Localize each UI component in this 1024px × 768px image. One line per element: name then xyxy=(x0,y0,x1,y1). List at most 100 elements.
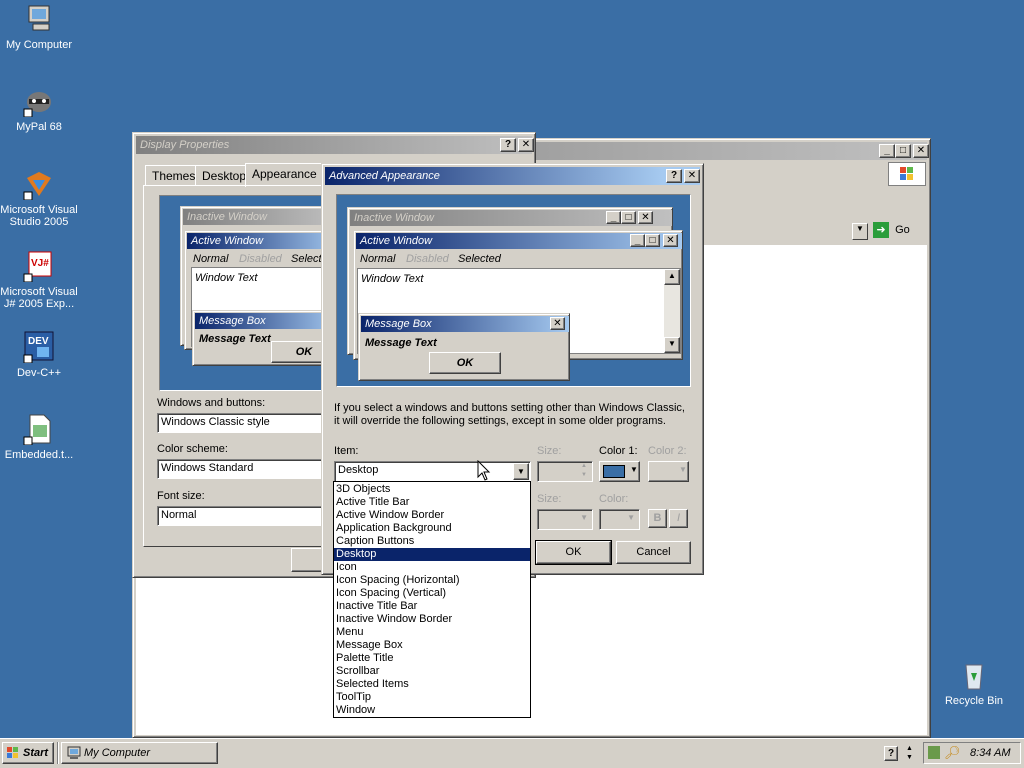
tab-appearance[interactable]: Appearance xyxy=(245,163,324,187)
font-size-label: Size: xyxy=(537,493,562,505)
vjsharp-icon: VJ# xyxy=(23,250,55,283)
desktop-icon-devcpp[interactable]: DEV Dev-C++ xyxy=(0,331,79,379)
computer-icon xyxy=(23,3,55,35)
display-properties-titlebar: Display Properties ? ✕ xyxy=(136,136,534,154)
visual-studio-icon xyxy=(23,168,55,201)
preview-scrollbar: ▲ ▼ xyxy=(664,269,680,353)
item-option[interactable]: Inactive Window Border xyxy=(334,613,530,626)
font-size-select: ▼ xyxy=(537,509,593,530)
desktop-icon-vjsharp[interactable]: VJ# Microsoft Visual J# 2005 Exp... xyxy=(0,250,79,310)
item-dropdown-list: 3D Objects Active Title Bar Active Window … xyxy=(333,481,531,718)
maximize-button[interactable]: □ xyxy=(895,144,911,158)
svg-text:DEV: DEV xyxy=(28,336,49,347)
item-option[interactable]: Active Window Border xyxy=(334,509,530,522)
help-button[interactable]: ? xyxy=(500,138,516,152)
spin-down-icon: ▼ xyxy=(577,472,591,480)
go-button[interactable]: ➜ Go xyxy=(873,222,923,241)
preview-close-icon: ✕ xyxy=(550,317,565,330)
desktop-icon-mypal[interactable]: MyPal 68 xyxy=(0,85,79,133)
color-scheme-select[interactable]: Windows Standard xyxy=(157,459,327,479)
preview-close-icon: ✕ xyxy=(638,211,653,224)
taskbar: Start My Computer ? ▲ ▼ 🔎︎ 8:34 AM xyxy=(0,738,1024,768)
help-tray-button[interactable]: ? xyxy=(884,746,898,761)
ok-button[interactable]: OK xyxy=(535,540,612,565)
desktop-icon-label: Dev-C++ xyxy=(16,367,62,379)
preview-message-title: Message Box xyxy=(365,318,432,330)
item-option[interactable]: Window xyxy=(334,704,530,717)
font-size-label: Font size: xyxy=(157,490,205,502)
item-option[interactable]: Icon Spacing (Vertical) xyxy=(334,587,530,600)
windows-flag-icon xyxy=(6,746,20,763)
item-option[interactable]: Inactive Title Bar xyxy=(334,600,530,613)
desktop-icon-vs2005[interactable]: Microsoft Visual Studio 2005 xyxy=(0,168,79,228)
desktop-icon-my-computer[interactable]: My Computer xyxy=(0,3,79,51)
item-option[interactable]: Icon xyxy=(334,561,530,574)
windows-buttons-select[interactable]: Windows Classic style xyxy=(157,413,327,433)
item-option[interactable]: Scrollbar xyxy=(334,665,530,678)
taskbar-task-my-computer[interactable]: My Computer xyxy=(61,742,218,764)
item-option[interactable]: Icon Spacing (Horizontal) xyxy=(334,574,530,587)
task-label: My Computer xyxy=(84,747,151,759)
desktop-icon-embedded[interactable]: Embedded.t... xyxy=(0,413,79,461)
appearance-preview: Inactive Window Active Window Normal Dis… xyxy=(159,195,344,391)
cancel-button[interactable]: Cancel xyxy=(616,541,691,564)
desktop-icon-label: Microsoft Visual J# 2005 Exp... xyxy=(0,286,78,310)
close-button[interactable]: ✕ xyxy=(684,169,700,183)
network-icon[interactable] xyxy=(928,746,940,759)
preview-close-icon: ✕ xyxy=(663,234,678,247)
devcpp-icon: DEV xyxy=(23,331,55,364)
font-size-select[interactable]: Normal xyxy=(157,506,327,526)
taskbar-separator xyxy=(57,742,59,764)
search-icon[interactable]: 🔎︎ xyxy=(944,745,961,761)
start-button[interactable]: Start xyxy=(2,742,54,764)
preview-inactive-title: Inactive Window xyxy=(187,211,267,223)
item-option[interactable]: Message Box xyxy=(334,639,530,652)
windows-logo-icon xyxy=(900,167,913,180)
color2-picker: ▼ xyxy=(648,461,689,482)
desktop-icon-label: Microsoft Visual Studio 2005 xyxy=(0,204,78,228)
chevron-down-icon: ▼ xyxy=(630,465,638,474)
item-option[interactable]: 3D Objects xyxy=(334,483,530,496)
address-dropdown-arrow[interactable]: ▼ xyxy=(852,223,868,240)
preview-selected: Selected xyxy=(458,253,501,265)
desktop-icon-recycle[interactable]: Recycle Bin xyxy=(934,659,1014,707)
item-option[interactable]: Menu xyxy=(334,626,530,639)
preview-disabled: Disabled xyxy=(239,253,282,265)
item-option[interactable]: Palette Title xyxy=(334,652,530,665)
scroll-up-icon: ▲ xyxy=(664,269,680,285)
preview-inactive-title: Inactive Window xyxy=(354,212,434,224)
italic-button: I xyxy=(669,509,688,528)
preview-normal: Normal xyxy=(193,253,229,265)
desktop-icon-label: My Computer xyxy=(5,39,73,51)
go-label: Go xyxy=(895,224,910,236)
info-text-line2: it will override the following settings,… xyxy=(334,415,666,427)
preview-active-title: Active Window xyxy=(191,235,264,247)
dialog-title: Display Properties xyxy=(140,139,230,151)
mouse-cursor-icon xyxy=(477,459,491,485)
tab-themes[interactable]: Themes xyxy=(145,165,203,185)
preview-message-text: Message Text xyxy=(365,337,437,349)
help-button[interactable]: ? xyxy=(666,169,682,183)
minimize-button[interactable]: _ xyxy=(879,144,895,158)
close-button[interactable]: ✕ xyxy=(913,144,929,158)
document-icon xyxy=(23,413,55,446)
close-button[interactable]: ✕ xyxy=(518,138,534,152)
item-select[interactable]: Desktop ▼ xyxy=(334,461,531,482)
preview-message-box: Message Box Message Text OK xyxy=(192,310,342,366)
preview-minimize-icon: _ xyxy=(606,211,621,224)
desktop-icon-label: MyPal 68 xyxy=(16,121,62,133)
chevron-down-icon: ▼ xyxy=(580,513,588,522)
item-option[interactable]: Active Title Bar xyxy=(334,496,530,509)
tray-arrows-icon[interactable]: ▲ ▼ xyxy=(906,744,913,762)
item-option[interactable]: Desktop xyxy=(334,548,530,561)
item-option[interactable]: Caption Buttons xyxy=(334,535,530,548)
chevron-down-icon: ▼ xyxy=(627,513,635,522)
item-option[interactable]: Application Background xyxy=(334,522,530,535)
item-option[interactable]: Selected Items xyxy=(334,678,530,691)
size-label: Size: xyxy=(537,445,562,457)
item-dropdown-arrow[interactable]: ▼ xyxy=(513,463,529,480)
color1-picker[interactable]: ▼ xyxy=(599,461,640,482)
font-color-picker: ▼ xyxy=(599,509,640,530)
computer-icon xyxy=(66,746,82,763)
item-option[interactable]: ToolTip xyxy=(334,691,530,704)
